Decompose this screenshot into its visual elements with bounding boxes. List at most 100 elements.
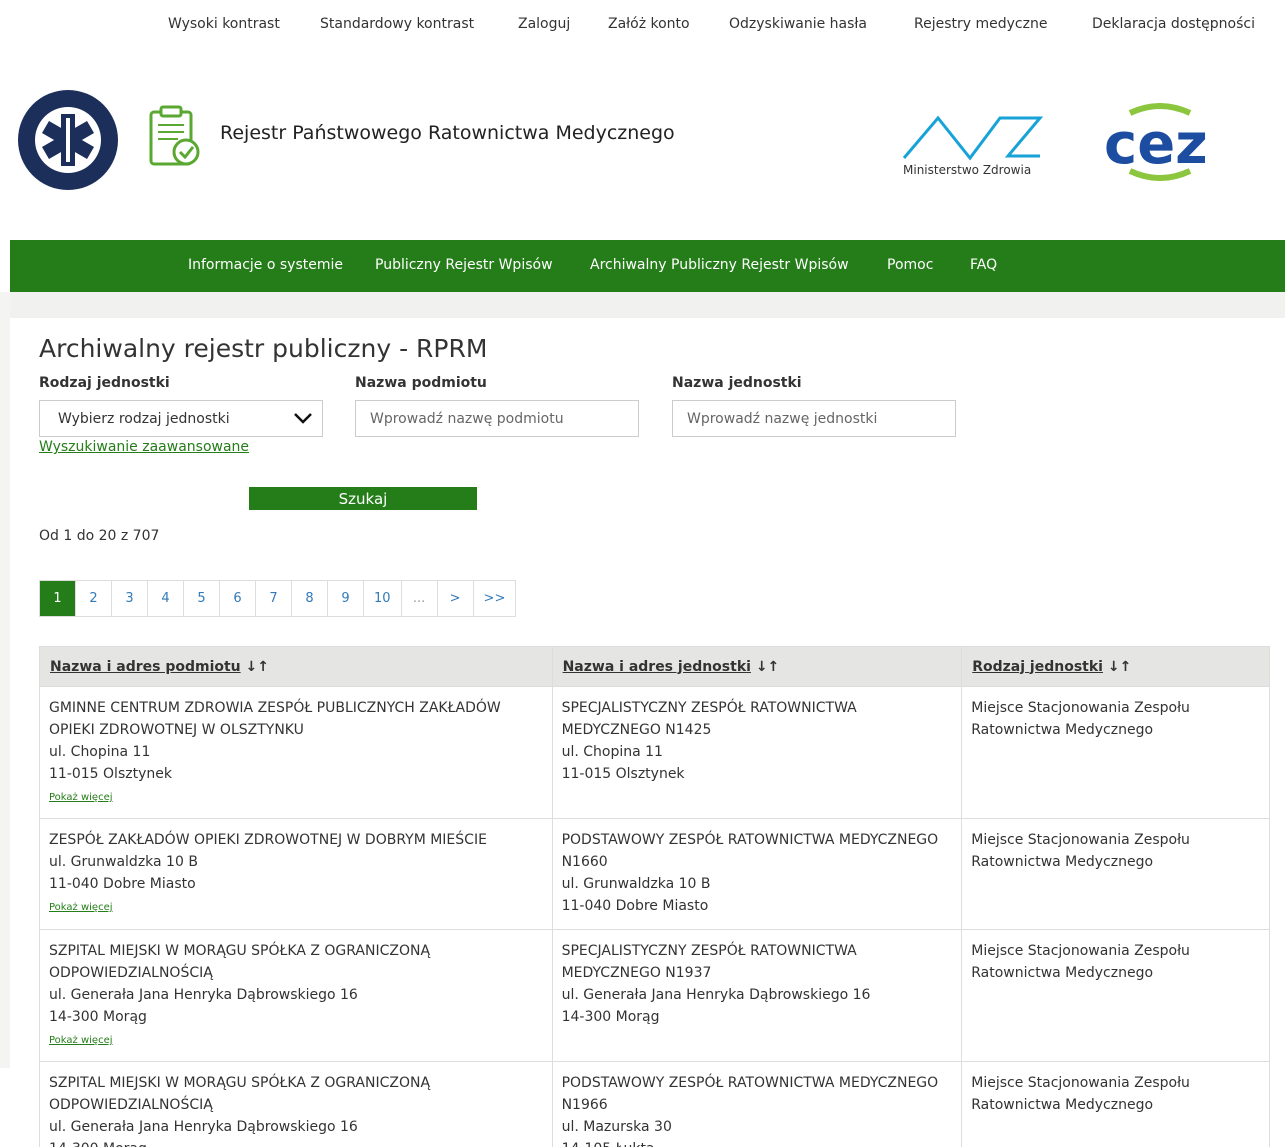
entity-cell: SZPITAL MIEJSKI W MORĄGU SPÓŁKA Z OGRANI… <box>39 1061 553 1147</box>
type-header-label: Rodzaj jednostki <box>972 658 1103 675</box>
entity-city: 11-015 Olsztynek <box>49 766 172 782</box>
unit-street: ul. Generała Jana Henryka Dąbrowskiego 1… <box>561 987 871 1003</box>
entity-cell: GMINNE CENTRUM ZDROWIA ZESPÓŁ PUBLICZNYC… <box>39 686 553 819</box>
standard-contrast-link[interactable]: Standardowy kontrast <box>320 16 474 32</box>
unit-cell: PODSTAWOWY ZESPÓŁ RATOWNICTWA MEDYCZNEGO… <box>551 1061 963 1147</box>
unit-type-selected-value: Wybierz rodzaj jednostki <box>58 411 230 427</box>
page-9-button[interactable]: 9 <box>328 581 364 616</box>
top-utility-bar: Wysoki kontrast Standardowy kontrast Zal… <box>0 0 1285 52</box>
unit-city: 11-040 Dobre Miasto <box>561 898 709 914</box>
page-10-button[interactable]: 10 <box>364 581 402 616</box>
entity-city: 14-300 Morąg <box>49 1009 147 1025</box>
results-table: Nazwa i adres podmiotu ↓↑ Nazwa i adres … <box>39 646 1270 1147</box>
entity-name-input[interactable] <box>355 400 639 437</box>
sort-entity-header[interactable]: Nazwa i adres podmiotu ↓↑ <box>39 646 553 687</box>
table-row: ZESPÓŁ ZAKŁADÓW OPIEKI ZDROWOTNEJ W DOBR… <box>39 818 1270 930</box>
entity-city: 11-040 Dobre Miasto <box>49 876 196 892</box>
prm-emblem-logo <box>18 90 118 190</box>
ministry-caption: Ministerstwo Zdrowia <box>903 163 1032 177</box>
sort-unit-header[interactable]: Nazwa i adres jednostki ↓↑ <box>551 646 963 687</box>
entity-name: GMINNE CENTRUM ZDROWIA ZESPÓŁ PUBLICZNYC… <box>49 700 501 738</box>
unit-city: 14-300 Morąg <box>561 1009 660 1025</box>
entity-header-label: Nazwa i adres podmiotu <box>50 658 241 675</box>
unit-city: 11-015 Olsztynek <box>561 766 685 782</box>
unit-cell: SPECJALISTYCZNY ZESPÓŁ RATOWNICTWA MEDYC… <box>551 929 963 1062</box>
page-3-button[interactable]: 3 <box>112 581 148 616</box>
svg-text:cez: cez <box>1104 112 1208 177</box>
entity-name: SZPITAL MIEJSKI W MORĄGU SPÓŁKA Z OGRANI… <box>49 1075 431 1113</box>
main-navigation: Informacje o systemie Publiczny Rejestr … <box>10 240 1285 292</box>
page-1-button[interactable]: 1 <box>40 581 76 616</box>
cez-logo: cez <box>1104 103 1208 181</box>
results-count: Od 1 do 20 z 707 <box>39 528 160 544</box>
nav-help[interactable]: Pomoc <box>887 257 933 273</box>
header-band <box>10 292 1285 318</box>
last-page-button[interactable]: >> <box>474 581 516 616</box>
unit-type-label: Rodzaj jednostki <box>39 375 170 391</box>
medical-registries-link[interactable]: Rejestry medyczne <box>914 16 1047 32</box>
password-recovery-link[interactable]: Odzyskiwanie hasła <box>729 16 867 32</box>
entity-name: ZESPÓŁ ZAKŁADÓW OPIEKI ZDROWOTNEJ W DOBR… <box>49 832 487 848</box>
unit-name: SPECJALISTYCZNY ZESPÓŁ RATOWNICTWA MEDYC… <box>561 700 857 738</box>
type-cell: Miejsce Stacjonowania Zespołu Ratownictw… <box>961 1061 1270 1147</box>
unit-header-label: Nazwa i adres jednostki <box>562 658 751 675</box>
sort-icon: ↓↑ <box>245 658 269 675</box>
table-row: SZPITAL MIEJSKI W MORĄGU SPÓŁKA Z OGRANI… <box>39 929 1270 1062</box>
clipboard-check-icon <box>149 105 200 166</box>
entity-street: ul. Grunwaldzka 10 B <box>49 854 198 870</box>
unit-cell: PODSTAWOWY ZESPÓŁ RATOWNICTWA MEDYCZNEGO… <box>551 818 963 930</box>
unit-street: ul. Mazurska 30 <box>561 1119 672 1135</box>
table-header-row: Nazwa i adres podmiotu ↓↑ Nazwa i adres … <box>39 646 1270 687</box>
unit-name-input[interactable] <box>672 400 956 437</box>
unit-name: PODSTAWOWY ZESPÓŁ RATOWNICTWA MEDYCZNEGO… <box>561 1075 939 1113</box>
register-link[interactable]: Załóż konto <box>608 16 690 32</box>
nav-archival-registry[interactable]: Archiwalny Publiczny Rejestr Wpisów <box>590 257 849 273</box>
page-4-button[interactable]: 4 <box>148 581 184 616</box>
entity-street: ul. Generała Jana Henryka Dąbrowskiego 1… <box>49 987 358 1003</box>
unit-type-select[interactable]: Wybierz rodzaj jednostki <box>39 400 323 437</box>
entity-name-label: Nazwa podmiotu <box>355 375 487 391</box>
unit-cell: SPECJALISTYCZNY ZESPÓŁ RATOWNICTWA MEDYC… <box>551 686 963 819</box>
page-6-button[interactable]: 6 <box>220 581 256 616</box>
chevron-down-icon <box>294 413 312 424</box>
page-8-button[interactable]: 8 <box>292 581 328 616</box>
page-7-button[interactable]: 7 <box>256 581 292 616</box>
entity-street: ul. Chopina 11 <box>49 744 151 760</box>
entity-street: ul. Generała Jana Henryka Dąbrowskiego 1… <box>49 1119 358 1135</box>
type-cell: Miejsce Stacjonowania Zespołu Ratownictw… <box>961 686 1270 819</box>
unit-name: PODSTAWOWY ZESPÓŁ RATOWNICTWA MEDYCZNEGO… <box>561 832 939 870</box>
page-2-button[interactable]: 2 <box>76 581 112 616</box>
table-row: SZPITAL MIEJSKI W MORĄGU SPÓŁKA Z OGRANI… <box>39 1061 1270 1147</box>
show-more-link[interactable]: Pokaż więcej <box>49 897 543 919</box>
unit-city: 14-105 Łukta <box>562 1138 953 1147</box>
page-title: Archiwalny rejestr publiczny - RPRM <box>39 334 488 363</box>
entity-cell: ZESPÓŁ ZAKŁADÓW OPIEKI ZDROWOTNEJ W DOBR… <box>39 818 553 930</box>
entity-cell: SZPITAL MIEJSKI W MORĄGU SPÓŁKA Z OGRANI… <box>39 929 553 1062</box>
entity-name: SZPITAL MIEJSKI W MORĄGU SPÓŁKA Z OGRANI… <box>49 943 431 981</box>
site-title: Rejestr Państwowego Ratownictwa Medyczne… <box>220 122 675 144</box>
nav-public-registry[interactable]: Publiczny Rejestr Wpisów <box>375 257 553 273</box>
sort-type-header[interactable]: Rodzaj jednostki ↓↑ <box>961 646 1270 687</box>
nav-faq[interactable]: FAQ <box>970 257 997 273</box>
advanced-search-link[interactable]: Wyszukiwanie zaawansowane <box>39 439 249 455</box>
show-more-link[interactable]: Pokaż więcej <box>49 1030 543 1052</box>
unit-street: ul. Chopina 11 <box>561 744 663 760</box>
type-cell: Miejsce Stacjonowania Zespołu Ratownictw… <box>961 818 1270 930</box>
unit-name: SPECJALISTYCZNY ZESPÓŁ RATOWNICTWA MEDYC… <box>561 943 857 981</box>
left-gutter <box>0 292 10 1068</box>
unit-name-label: Nazwa jednostki <box>672 375 802 391</box>
accessibility-statement-link[interactable]: Deklaracja dostępności <box>1092 16 1255 32</box>
type-cell: Miejsce Stacjonowania Zespołu Ratownictw… <box>961 929 1270 1062</box>
entity-city: 14-300 Morąg <box>49 1138 543 1147</box>
table-row: GMINNE CENTRUM ZDROWIA ZESPÓŁ PUBLICZNYC… <box>39 686 1270 819</box>
sort-icon: ↓↑ <box>755 658 780 675</box>
nav-system-info[interactable]: Informacje o systemie <box>188 257 343 273</box>
page-ellipsis: ... <box>402 581 438 616</box>
next-page-button[interactable]: > <box>438 581 474 616</box>
high-contrast-link[interactable]: Wysoki kontrast <box>168 16 280 32</box>
login-link[interactable]: Zaloguj <box>518 16 570 32</box>
search-button[interactable]: Szukaj <box>249 487 477 510</box>
show-more-link[interactable]: Pokaż więcej <box>49 787 543 809</box>
unit-street: ul. Grunwaldzka 10 B <box>561 876 711 892</box>
page-5-button[interactable]: 5 <box>184 581 220 616</box>
